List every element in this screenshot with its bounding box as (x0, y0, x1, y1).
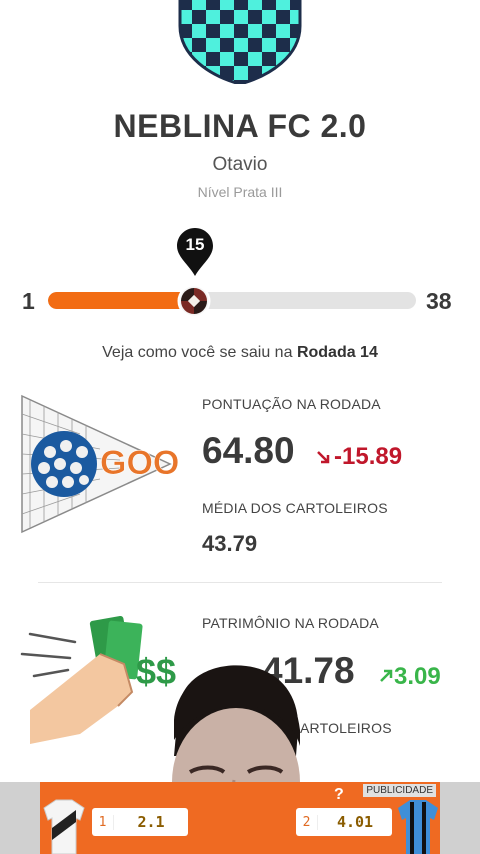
patrimony-delta: 3.09 (394, 663, 441, 690)
team-crest (178, 0, 302, 84)
away-shirt-icon (398, 800, 438, 854)
round-summary-round: Rodada 14 (296, 344, 378, 361)
score-label: PONTUAÇÃO NA RODADA (202, 396, 381, 412)
season-progress-bar (48, 292, 416, 309)
season-progress-fill (48, 292, 192, 309)
level-label: Nível Prata III (197, 184, 283, 200)
arrow-up-icon (380, 669, 393, 682)
season-start-round: 1 (22, 288, 35, 314)
arrow-down-icon (317, 451, 330, 464)
ad-content[interactable]: PUBLICIDADE ? 1 2.1 2 4.01 (40, 782, 440, 854)
goal-illustration-text: GOOL (100, 444, 180, 482)
avg-score-label: MÉDIA DOS CARTOLEIROS (202, 500, 388, 516)
odds-home-button[interactable]: 1 2.1 (92, 808, 188, 836)
avg-patrimony-label: ARTOLEIROS (300, 720, 392, 736)
odds-away-button[interactable]: 2 4.01 (296, 808, 392, 836)
soccer-ball-icon (177, 284, 211, 318)
round-summary-prefix: Veja como você se saiu na (102, 344, 293, 361)
ad-question-mark: ? (334, 786, 344, 803)
score-value: 64.80 (202, 430, 295, 471)
section-divider (38, 582, 442, 583)
patrimony-label: PATRIMÔNIO NA RODADA (202, 615, 379, 631)
odds-away-value: 4.01 (336, 813, 374, 831)
odds-home-index: 1 (92, 814, 114, 830)
goal-net-illustration: GOOL (21, 394, 180, 534)
ad-tag: PUBLICIDADE (363, 784, 436, 797)
odds-away-index: 2 (296, 814, 318, 830)
money-hand-illustration: $$ (20, 615, 176, 744)
team-name: NEBLINA FC 2.0 (113, 108, 367, 144)
odds-home-value: 2.1 (137, 813, 165, 831)
score-delta: -15.89 (334, 443, 403, 470)
season-end-round: 38 (426, 288, 452, 314)
home-shirt-icon (43, 799, 85, 854)
owner-name: Otavio (212, 154, 268, 175)
avg-score-value: 43.79 (202, 531, 258, 556)
round-summary: Veja como você se saiu na Rodada 14 (0, 344, 480, 362)
current-round-number: 15 (185, 235, 205, 254)
